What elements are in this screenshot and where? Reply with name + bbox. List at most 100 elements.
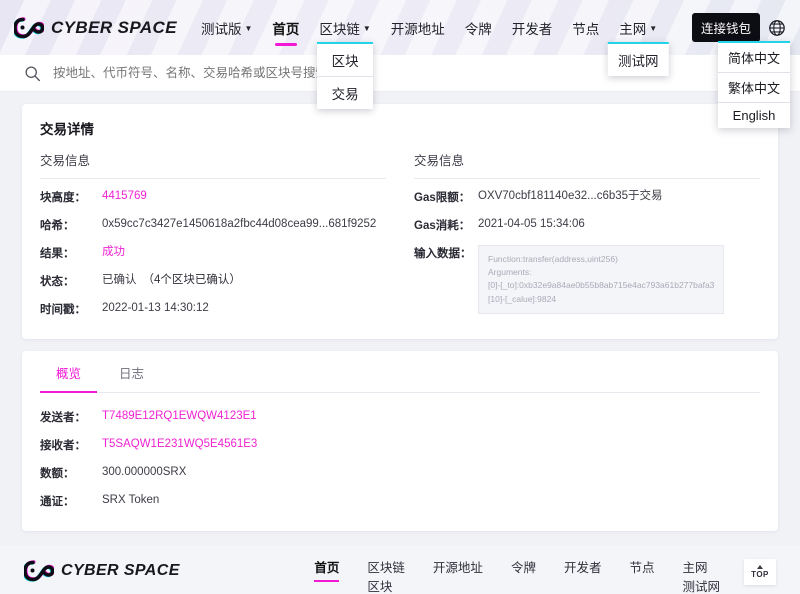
footer-brand-logo[interactable]: CYBER SPACE [24, 559, 300, 583]
row-key: 哈希： [40, 217, 102, 233]
footer-nav-col-network: 主网 测试网 [668, 559, 734, 594]
row-key: 数额： [40, 465, 102, 481]
dropdown-item-transaction[interactable]: 交易 [317, 76, 373, 109]
chevron-down-icon: ▼ [363, 25, 371, 33]
row-key: Gas消耗： [414, 217, 478, 233]
dropdown-item-block[interactable]: 区块 [317, 44, 373, 76]
confirmation-note: （4个区块已确认） [143, 274, 241, 286]
network-dropdown-menu: 测试网 [608, 42, 669, 76]
language-option-simplified-chinese[interactable]: 简体中文 [718, 43, 790, 72]
nav-item-opensource[interactable]: 开源地址 [381, 12, 455, 44]
footer-link-opensource[interactable]: 开源地址 [433, 559, 483, 578]
main-nav: 测试版 ▼ 首页 区块链 ▼ 区块 交易 [191, 12, 667, 44]
footer-nav-col-token: 令牌 [497, 559, 550, 578]
footer-link-developer[interactable]: 开发者 [564, 559, 602, 578]
receiver-address-value[interactable]: T5SAQW1E231WQ5E4561E3 [102, 437, 257, 453]
site-footer: CYBER SPACE [0, 545, 800, 594]
row-key: 输入数据： [414, 245, 478, 261]
footer-left: CYBER SPACE [24, 559, 300, 594]
footer-link-node[interactable]: 节点 [629, 559, 654, 578]
nav-item-mainnet[interactable]: 主网 ▼ [609, 12, 667, 44]
arrow-up-icon [757, 565, 763, 569]
footer-link-home[interactable]: 首页 [314, 559, 339, 578]
app-root: CYBER SPACE 测试版 ▼ 首页 区块链 ▼ [0, 0, 800, 594]
nav-item-blockchain[interactable]: 区块链 ▼ [309, 12, 380, 44]
globe-icon[interactable] [768, 19, 786, 37]
nav-opensource-label: 开源地址 [391, 18, 445, 38]
nav-item-token[interactable]: 令牌 [455, 12, 502, 44]
nav-token-label: 令牌 [465, 18, 492, 38]
footer-link-testnet[interactable]: 测试网 [682, 578, 720, 594]
table-row: 数额： 300.000000SRX [40, 459, 760, 487]
cyberspace-glitch-logo-icon [14, 16, 44, 40]
nav-item-node[interactable]: 节点 [562, 12, 609, 44]
sender-address-value[interactable]: T7489E12RQ1EWQW4123E1 [102, 409, 257, 425]
transaction-info-right: 交易信息 Gas限额： OXV70cbf181140e32...c6b35于交易… [414, 150, 760, 323]
transaction-info-left: 交易信息 块高度： 4415769 哈希： 0x59cc7c3427e14506… [40, 150, 386, 323]
gas-used-value: 2021-04-05 15:34:06 [478, 217, 585, 233]
nav-item-developer[interactable]: 开发者 [502, 12, 563, 44]
blockchain-dropdown-menu: 区块 交易 [317, 42, 373, 109]
row-key: 块高度： [40, 189, 102, 205]
language-option-traditional-chinese[interactable]: 繁体中文 [718, 72, 790, 102]
table-row: 时间戳： 2022-01-13 14:30:12 [40, 295, 386, 323]
footer-nav: 首页 区块链 区块 交易 开源地址 令牌 开发者 节点 主网 [300, 559, 776, 594]
input-data-box: Function:transfer(address,uint256) Argum… [478, 245, 724, 314]
main-content: 交易详情 交易信息 块高度： 4415769 哈希： 0x59cc7c3427e… [0, 92, 800, 531]
chevron-down-icon: ▼ [244, 25, 252, 33]
hash-value: 0x59cc7c3427e1450618a2fbc44d08cea99...68… [102, 217, 376, 233]
language-option-english[interactable]: English [718, 102, 790, 128]
input-data-wrap: Function:transfer(address,uint256) Argum… [478, 245, 724, 314]
status-badge: 已确认 [102, 274, 137, 286]
site-header: CYBER SPACE 测试版 ▼ 首页 区块链 ▼ [0, 0, 800, 55]
nav-item-env[interactable]: 测试版 ▼ [191, 12, 262, 44]
gas-limit-value: OXV70cbf181140e32...c6b35于交易 [478, 189, 663, 205]
table-row: 状态： 已确认（4个区块已确认） [40, 267, 386, 295]
footer-active-underline [314, 580, 339, 583]
back-to-top-button[interactable]: TOP [744, 559, 776, 585]
nav-active-underline [275, 43, 297, 46]
table-row: Gas限额： OXV70cbf181140e32...c6b35于交易 [414, 183, 760, 211]
brand-name: CYBER SPACE [51, 18, 177, 38]
page-title: 交易详情 [40, 118, 760, 138]
nav-env-label: 测试版 [201, 18, 242, 38]
language-dropdown-menu: 简体中文 繁体中文 English [718, 41, 790, 128]
table-row: 输入数据： Function:transfer(address,uint256)… [414, 239, 760, 320]
block-height-value[interactable]: 4415769 [102, 189, 147, 205]
tab-logs[interactable]: 日志 [103, 355, 160, 392]
table-row: 结果： 成功 [40, 239, 386, 267]
detail-columns: 交易信息 块高度： 4415769 哈希： 0x59cc7c3427e14506… [40, 150, 760, 323]
nav-env-wrap: 测试版 ▼ [191, 12, 262, 44]
nav-item-home[interactable]: 首页 [262, 12, 309, 44]
input-data-line: [10]-[_calue]:9824 [488, 293, 714, 306]
footer-nav-col-node: 节点 [615, 559, 668, 578]
footer-link-token[interactable]: 令牌 [511, 559, 536, 578]
footer-link-mainnet[interactable]: 主网 [682, 559, 707, 578]
row-key: Gas限额： [414, 189, 478, 205]
nav-home-wrap: 首页 [262, 12, 309, 44]
section-title-right: 交易信息 [414, 150, 760, 179]
overview-tabs: 概览 日志 [40, 355, 760, 393]
table-row: 通证： SRX Token [40, 487, 760, 515]
footer-link-blockchain[interactable]: 区块链 [367, 559, 405, 578]
nav-home-label: 首页 [272, 18, 299, 38]
transaction-detail-card: 交易详情 交易信息 块高度： 4415769 哈希： 0x59cc7c3427e… [22, 104, 778, 339]
input-data-line: [0]-[_to]:0xb32e9a84ae0b55b8ab715e4ac793… [488, 279, 714, 292]
status-badge-wrap: 已确认 （4个区块已确认） [102, 273, 241, 289]
result-value: 成功 [102, 245, 125, 261]
row-key: 发送者： [40, 409, 102, 425]
brand-logo[interactable]: CYBER SPACE [14, 16, 177, 40]
nav-blockchain-label: 区块链 [319, 18, 360, 38]
table-row: 接收者： T5SAQW1E231WQ5E4561E3 [40, 431, 760, 459]
table-row: 哈希： 0x59cc7c3427e1450618a2fbc44d08cea99.… [40, 211, 386, 239]
footer-link-block[interactable]: 区块 [367, 578, 392, 594]
search-icon [24, 65, 41, 82]
connect-wallet-button[interactable]: 连接钱包 [692, 13, 760, 42]
table-row: 块高度： 4415769 [40, 183, 386, 211]
dropdown-item-testnet[interactable]: 测试网 [608, 44, 669, 76]
nav-mainnet-label: 主网 [619, 18, 646, 38]
tab-overview[interactable]: 概览 [40, 355, 97, 392]
row-key: 结果： [40, 245, 102, 261]
footer-link-home-label: 首页 [314, 561, 339, 575]
footer-nav-col-opensource: 开源地址 [419, 559, 497, 578]
